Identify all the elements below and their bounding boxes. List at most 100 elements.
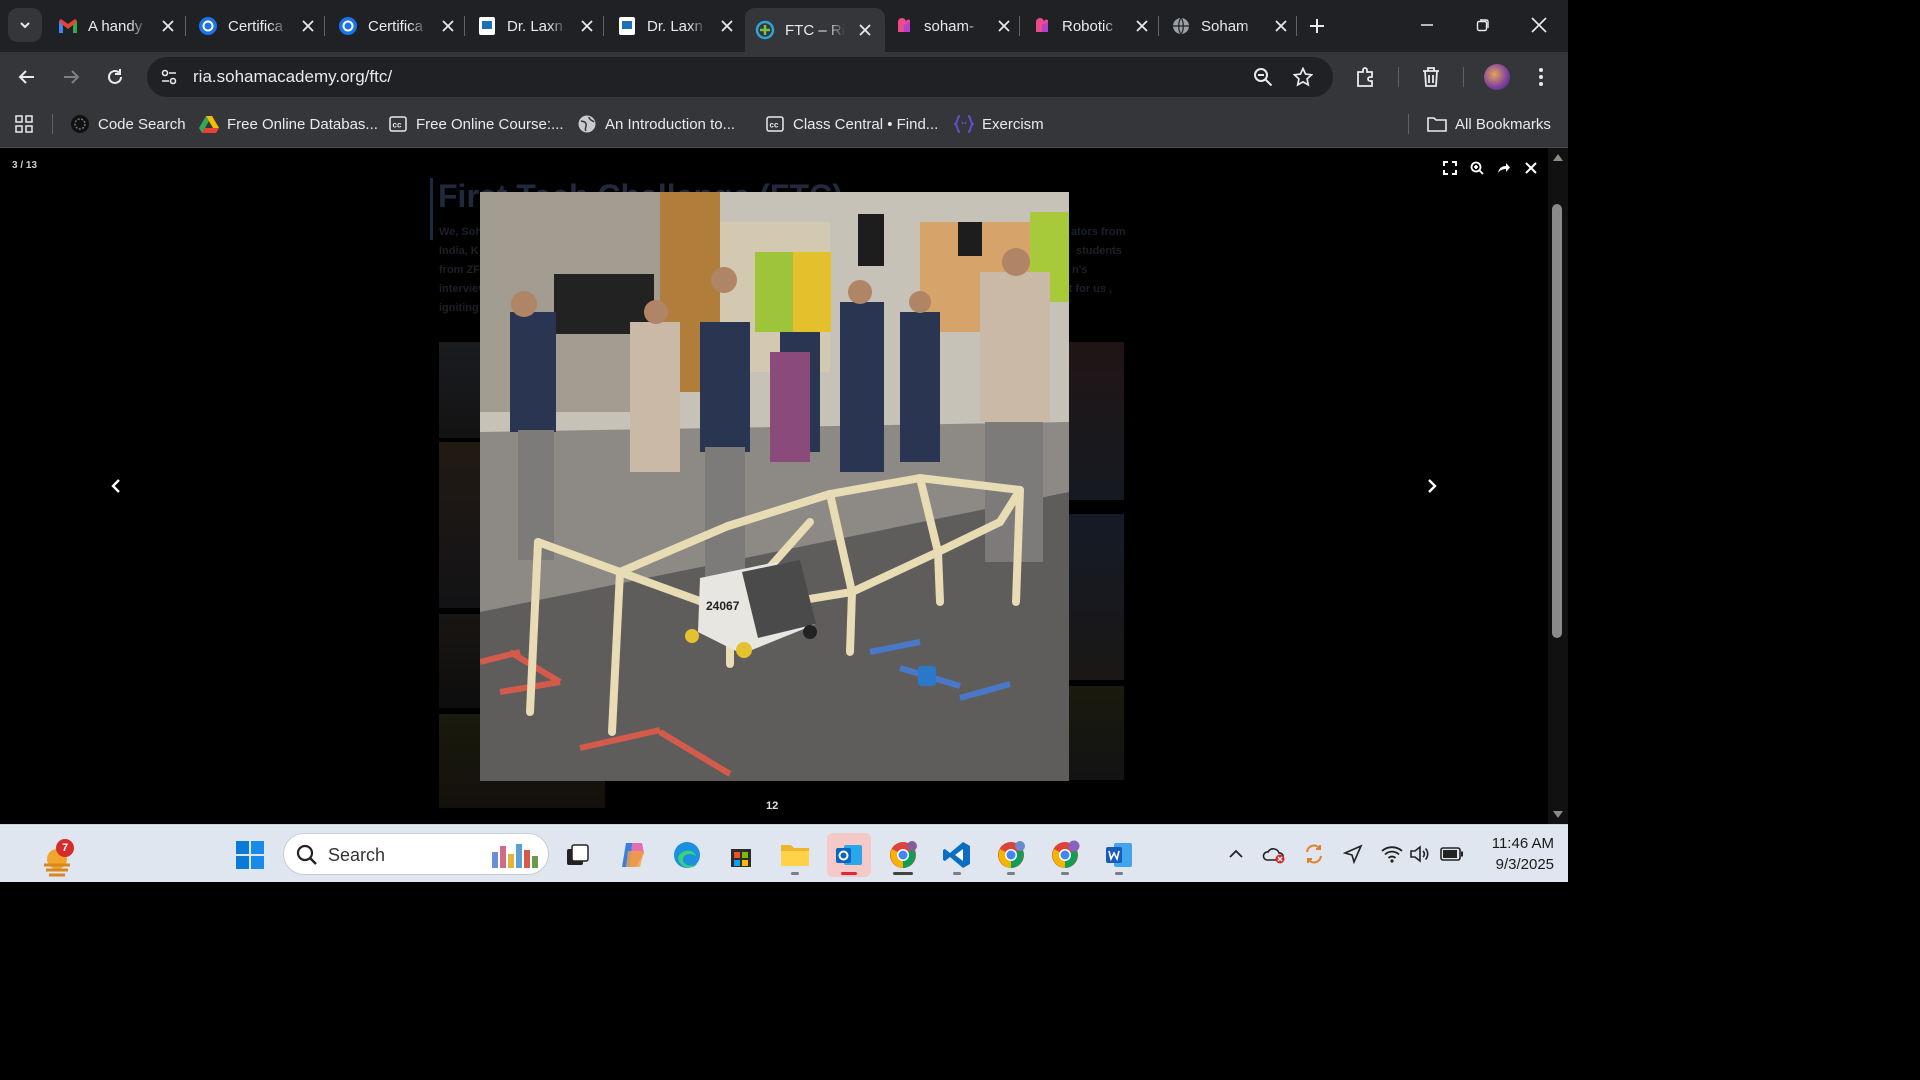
microsoft-store-button[interactable] — [719, 833, 763, 877]
gallery-thumbnail[interactable] — [439, 342, 483, 438]
taskbar-search-box[interactable]: Search — [283, 833, 549, 875]
forward-button[interactable] — [56, 62, 86, 92]
tab-gmail[interactable]: A handy — [48, 8, 188, 44]
image-caption: 12 — [766, 800, 779, 812]
scrollbar-thumb[interactable] — [1552, 204, 1562, 638]
zoom-icon[interactable] — [1251, 65, 1275, 89]
pink-app-icon — [894, 16, 914, 36]
paragraph-line-end: ators from — [1071, 226, 1126, 238]
tab-close-icon[interactable] — [855, 20, 875, 40]
bookmark-class-central[interactable]: cc Class Central • Find... — [765, 112, 938, 136]
bookmark-free-online-course[interactable]: cc Free Online Course:... — [388, 112, 564, 136]
menu-kebab-icon[interactable] — [1528, 64, 1554, 90]
task-view-button[interactable] — [555, 833, 599, 877]
volume-icon[interactable] — [1408, 842, 1432, 866]
running-indicator — [1061, 872, 1069, 875]
tab-close-icon[interactable] — [717, 16, 737, 36]
restore-button[interactable] — [1468, 10, 1498, 40]
bookmark-an-introduction[interactable]: An Introduction to... — [577, 112, 735, 136]
tab-dr-laxmi-1[interactable]: Dr. Laxn — [467, 8, 607, 44]
fullscreen-icon — [1443, 161, 1457, 175]
sync-tray-icon[interactable] — [1302, 842, 1326, 866]
onedrive-tray-icon[interactable] — [1262, 842, 1286, 866]
minimize-button[interactable] — [1412, 10, 1442, 40]
copilot-button[interactable] — [611, 833, 655, 877]
reload-icon — [108, 69, 122, 84]
tab-soham-academy[interactable]: Soham — [1161, 8, 1301, 44]
scroll-up-icon[interactable] — [1552, 152, 1564, 162]
gallery-thumbnail[interactable] — [439, 442, 483, 608]
bookmark-label: Code Search — [98, 115, 186, 133]
trash-icon[interactable] — [1418, 64, 1444, 90]
next-image-button[interactable] — [1420, 474, 1444, 498]
back-button[interactable] — [12, 62, 42, 92]
tab-close-icon[interactable] — [158, 16, 178, 36]
chrome-profile-3-button[interactable] — [1043, 833, 1087, 877]
profile-avatar[interactable] — [1484, 64, 1510, 90]
address-bar[interactable]: ria.sohamacademy.org/ftc/ — [147, 57, 1333, 97]
battery-icon[interactable] — [1440, 842, 1464, 866]
gallery-thumbnail[interactable] — [1069, 342, 1124, 500]
windows-logo-icon — [236, 841, 264, 869]
tab-close-icon[interactable] — [1132, 16, 1152, 36]
tab-certificate-2[interactable]: Certifica — [328, 8, 468, 44]
robotics-academy-icon — [755, 20, 775, 40]
chrome-profile-1-button[interactable] — [881, 833, 925, 877]
word-button[interactable] — [1097, 833, 1141, 877]
close-window-button[interactable] — [1524, 10, 1554, 40]
new-tab-button[interactable] — [1303, 12, 1331, 40]
tab-close-icon[interactable] — [577, 16, 597, 36]
gallery-thumbnail[interactable] — [439, 614, 483, 708]
paragraph-line-start: India, K — [439, 245, 479, 257]
bookmark-code-search[interactable]: Code Search — [70, 112, 186, 136]
tab-close-icon[interactable] — [438, 16, 458, 36]
show-hidden-icons-button[interactable] — [1224, 842, 1248, 866]
outlook-button[interactable] — [827, 833, 871, 877]
reload-button[interactable] — [100, 62, 130, 92]
wifi-icon[interactable] — [1380, 842, 1404, 866]
close-lightbox-button[interactable] — [1521, 158, 1541, 178]
previous-image-button[interactable] — [104, 474, 128, 498]
gallery-thumbnail[interactable] — [1069, 514, 1124, 680]
extensions-icon[interactable] — [1353, 64, 1379, 90]
browser-toolbar: ria.sohamacademy.org/ftc/ — [0, 52, 1568, 102]
all-bookmarks-button[interactable]: All Bookmarks — [1427, 112, 1551, 136]
gmail-icon — [58, 16, 78, 36]
robot-on-field-photo: 24067 — [480, 192, 1069, 781]
tab-close-icon[interactable] — [1271, 16, 1291, 36]
chrome-profile-2-button[interactable] — [989, 833, 1033, 877]
bookmark-free-online-databases[interactable]: Free Online Databas... — [199, 112, 378, 136]
location-tray-icon[interactable] — [1341, 842, 1365, 866]
scroll-down-icon[interactable] — [1552, 810, 1564, 820]
vscode-button[interactable] — [935, 833, 979, 877]
bookmark-star-icon[interactable] — [1291, 65, 1315, 89]
fullscreen-button[interactable] — [1440, 158, 1460, 178]
weather-widget[interactable]: 7 — [18, 831, 74, 877]
tab-certificate-1[interactable]: Certifica — [188, 8, 328, 44]
bookmark-exercism[interactable]: Exercism — [954, 112, 1044, 136]
apps-grid-button[interactable] — [14, 112, 42, 136]
system-clock[interactable]: 11:46 AM 9/3/2025 — [1478, 833, 1554, 875]
share-button[interactable] — [1494, 158, 1514, 178]
tab-dr-laxmi-2[interactable]: Dr. Laxn — [607, 8, 747, 44]
edge-icon — [674, 842, 700, 868]
tab-search-button[interactable] — [8, 8, 42, 42]
google-drive-icon — [199, 114, 219, 134]
file-explorer-button[interactable] — [773, 833, 817, 877]
gallery-thumbnail[interactable] — [1069, 686, 1124, 780]
tab-close-icon[interactable] — [994, 16, 1014, 36]
zoom-button[interactable] — [1467, 158, 1487, 178]
edge-button[interactable] — [665, 833, 709, 877]
tab-soham[interactable]: soham- — [884, 8, 1024, 44]
tab-ftc-active[interactable]: FTC – Ri — [745, 8, 885, 52]
start-button[interactable] — [228, 833, 272, 877]
tab-robotics[interactable]: Robotic — [1022, 8, 1162, 44]
tab-close-icon[interactable] — [298, 16, 318, 36]
url-text[interactable]: ria.sohamacademy.org/ftc/ — [193, 67, 392, 87]
chevron-right-icon — [1428, 479, 1437, 493]
bookmark-separator — [52, 114, 53, 134]
running-indicator — [953, 872, 961, 875]
page-scrollbar[interactable] — [1548, 148, 1568, 824]
site-info-icon[interactable] — [157, 65, 181, 89]
tab-separator — [1158, 16, 1159, 36]
